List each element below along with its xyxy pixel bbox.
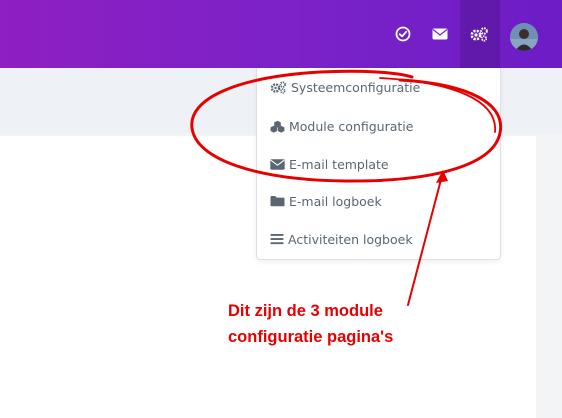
check-circle-icon[interactable] [391, 22, 415, 46]
menu-item-email-template[interactable]: E-mail template [270, 153, 389, 175]
annotation-text-line2: configuratie pagina's [228, 328, 394, 346]
menu-item-label: E-mail template [289, 156, 389, 172]
avatar[interactable] [510, 23, 538, 51]
menu-item-module-configuratie[interactable]: Module configuratie [270, 115, 413, 137]
annotation-text-line1: Dit zijn de 3 module [228, 302, 383, 320]
menu-item-label: Systeemconfiguratie [291, 79, 421, 95]
envelope-icon [270, 158, 285, 170]
list-icon [270, 234, 284, 245]
cogs-icon [270, 80, 286, 94]
envelope-icon[interactable] [428, 22, 452, 46]
top-navbar [0, 0, 562, 68]
menu-item-label: Activiteiten logboek [288, 231, 413, 247]
menu-item-email-logboek[interactable]: E-mail logboek [270, 190, 382, 212]
menu-item-label: E-mail logboek [289, 193, 382, 209]
settings-dropdown-menu: Systeemconfiguratie Module configuratie … [256, 68, 501, 260]
cubes-icon [270, 120, 285, 133]
menu-item-systeemconfiguratie[interactable]: Systeemconfiguratie [270, 76, 420, 98]
folder-icon [270, 196, 285, 207]
cogs-icon[interactable] [467, 22, 491, 46]
menu-item-label: Module configuratie [289, 118, 414, 134]
menu-item-activiteiten-logboek[interactable]: Activiteiten logboek [270, 228, 413, 250]
